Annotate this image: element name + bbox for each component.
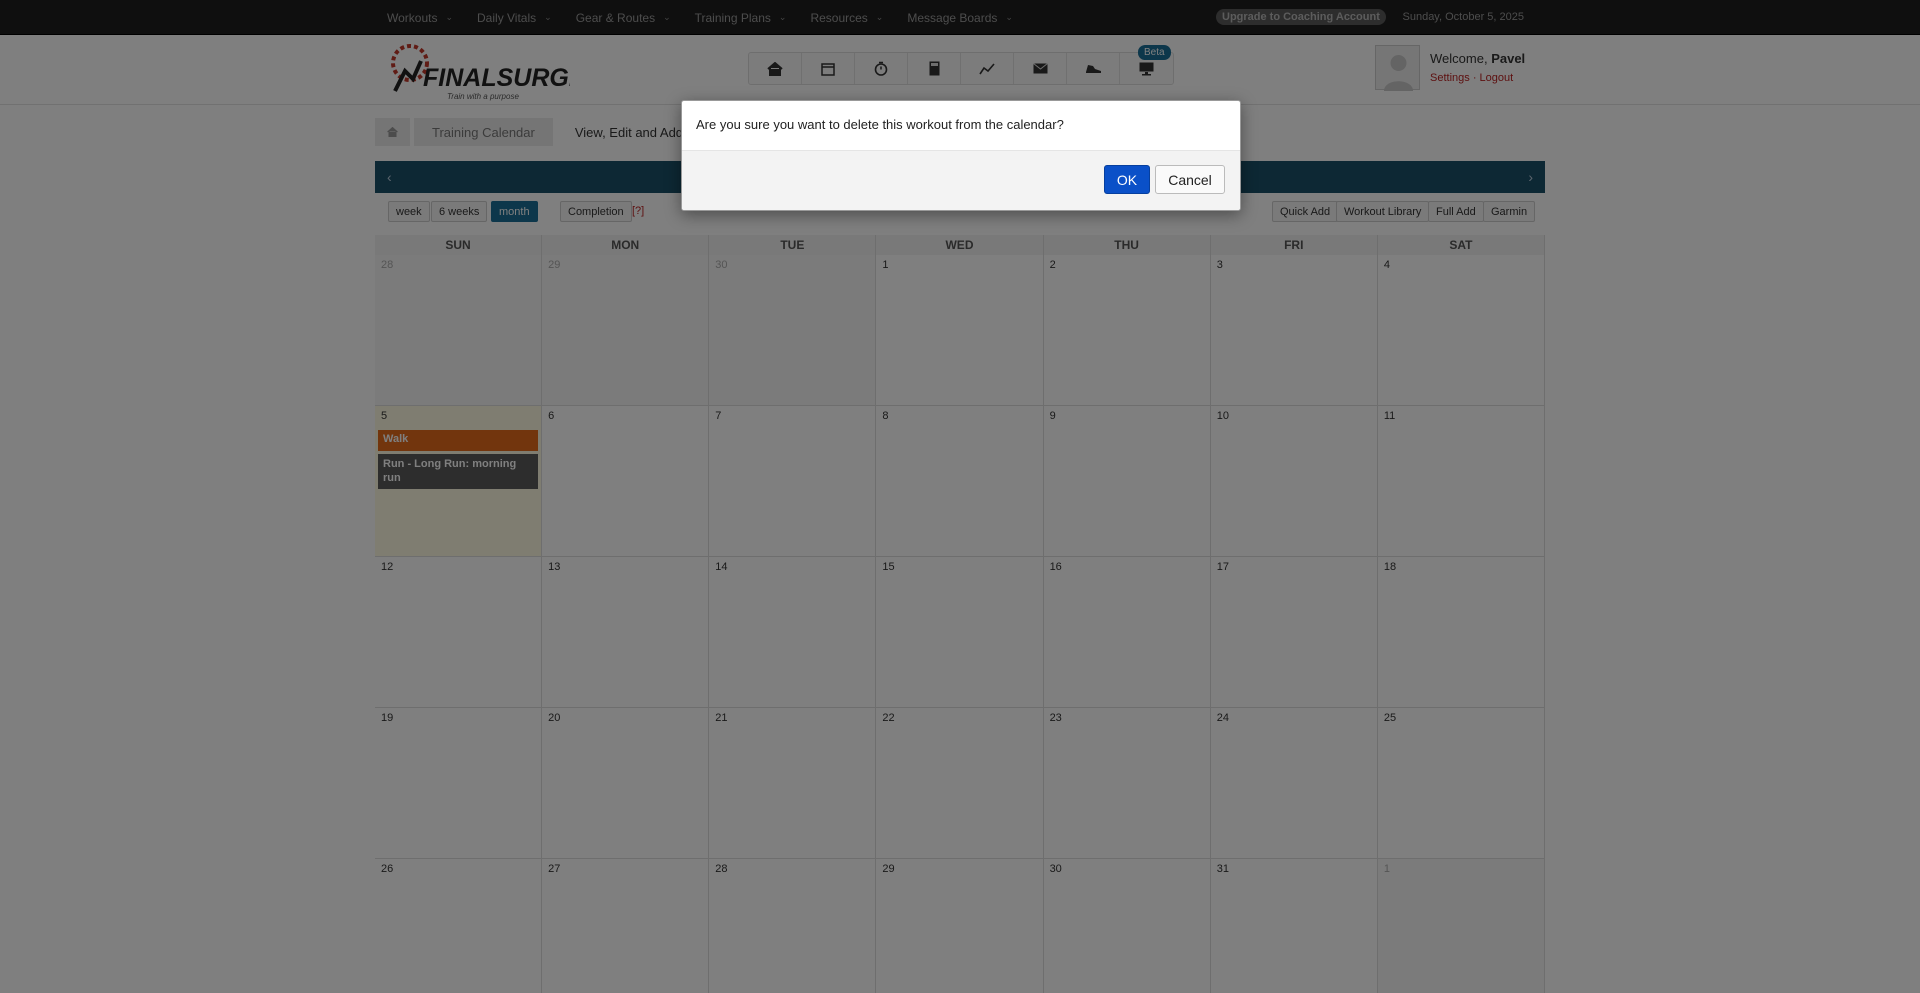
cancel-button[interactable]: Cancel <box>1155 165 1225 194</box>
dialog-footer: OK Cancel <box>682 151 1240 210</box>
ok-button[interactable]: OK <box>1104 165 1150 194</box>
confirm-dialog: Are you sure you want to delete this wor… <box>681 100 1241 211</box>
dialog-message: Are you sure you want to delete this wor… <box>682 101 1240 151</box>
